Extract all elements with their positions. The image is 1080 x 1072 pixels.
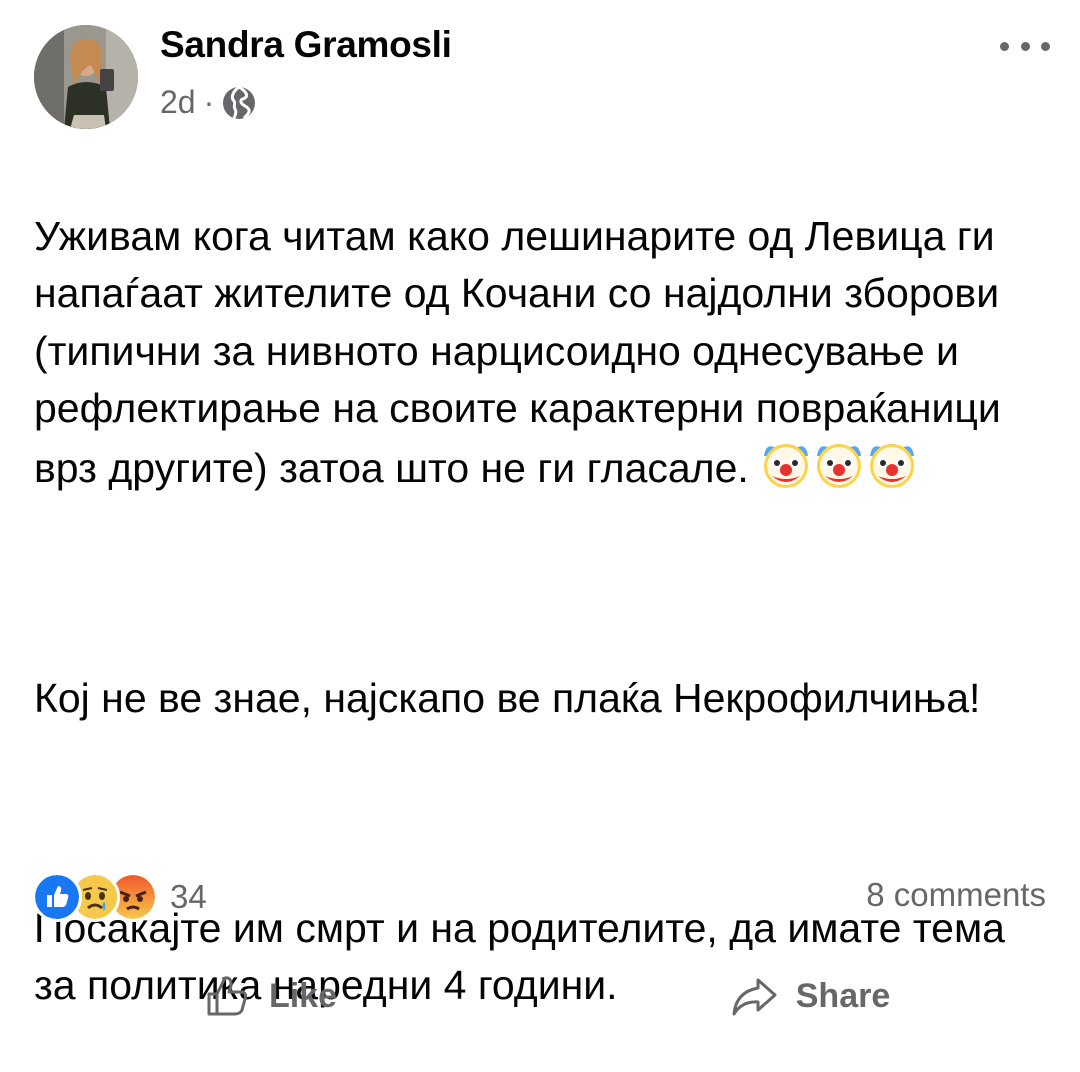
post-author-name[interactable]: Sandra Gramosli	[160, 24, 452, 66]
share-arrow-icon	[732, 978, 777, 1016]
like-label: Like	[268, 976, 338, 1015]
reaction-summary[interactable]: 34	[32, 872, 207, 922]
post-body: Уживам кога читам како лешинарите од Лев…	[34, 150, 1054, 1072]
clown-face-emoji	[764, 443, 809, 488]
like-button[interactable]: Like	[0, 958, 540, 1034]
avatar-photo	[34, 25, 138, 129]
reaction-count: 34	[170, 878, 207, 915]
thumbs-up-icon	[207, 976, 247, 1016]
share-button[interactable]: Share	[540, 958, 1080, 1034]
clown-emojis	[760, 443, 919, 491]
meta-separator: ·	[203, 84, 215, 120]
post-timestamp[interactable]: 2d	[160, 84, 196, 121]
share-label: Share	[795, 976, 891, 1015]
more-options-icon-dot	[1041, 41, 1050, 51]
post-paragraph-1: Уживам кога читам како лешинарите од Лев…	[34, 208, 1054, 498]
clown-face-emoji	[870, 443, 915, 488]
more-options-button[interactable]	[1000, 36, 1050, 56]
comments-count-link[interactable]: 8 comments	[866, 876, 1046, 914]
post-paragraph-2: Кој не ве знае, најскапо ве плаќа Некроф…	[34, 674, 981, 721]
profile-avatar[interactable]	[34, 25, 138, 129]
clown-face-emoji	[817, 443, 862, 488]
globe-icon	[223, 85, 256, 119]
post-action-bar: Like Share	[0, 958, 1080, 1034]
like-reaction-icon	[32, 872, 82, 922]
more-options-icon	[1000, 41, 1009, 51]
post-meta: 2d ·	[160, 84, 256, 121]
more-options-icon-dot	[1020, 41, 1030, 51]
